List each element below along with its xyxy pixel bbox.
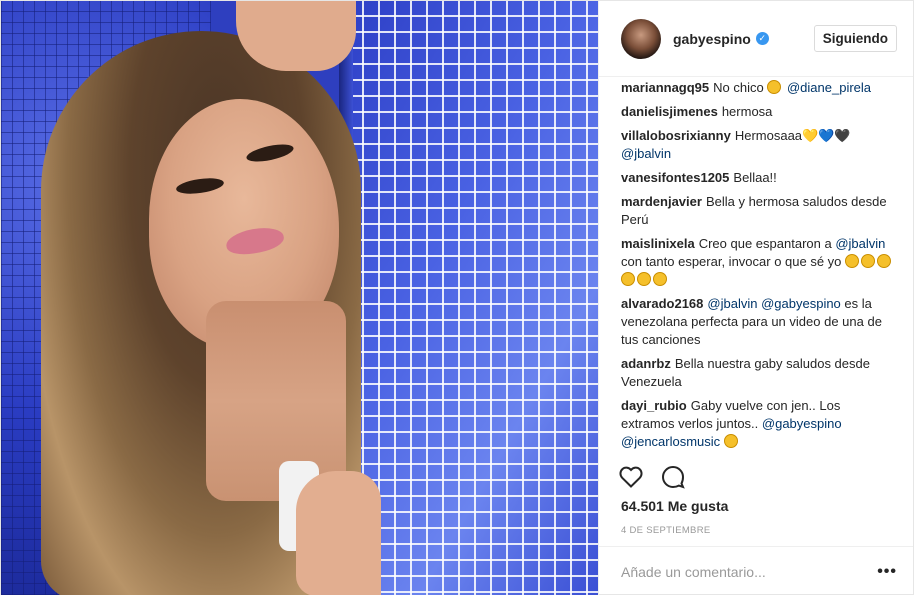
comment-mention-link[interactable]: @jbalvin bbox=[835, 236, 885, 251]
comment-username[interactable]: alvarado2168 bbox=[621, 296, 703, 311]
author-avatar[interactable] bbox=[621, 18, 661, 59]
author-username-label[interactable]: gabyespino bbox=[673, 31, 751, 47]
heart-icon[interactable] bbox=[617, 463, 645, 491]
comment-bubble-icon[interactable] bbox=[659, 463, 687, 491]
comment-text: No chico bbox=[713, 80, 768, 95]
check-badge-icon: ✓ bbox=[755, 32, 769, 45]
comment-item: villalobosrixianny Hermosaaa💛💙🖤 @jbalvin bbox=[621, 127, 897, 163]
comment-item: mardenjavier Bella y hermosa saludos desd… bbox=[621, 193, 897, 229]
comment-item: alvarado2168 @jbalvin @gabyespino es la v… bbox=[621, 295, 897, 349]
comment-item: adanrbz Bella nuestra gaby saludos desde … bbox=[621, 355, 897, 391]
post-header: gabyespino ✓ Siguiendo bbox=[599, 1, 913, 77]
comment-mention-link[interactable]: @diane_pirela bbox=[787, 80, 871, 95]
author-username[interactable]: gabyespino ✓ bbox=[673, 31, 769, 47]
post-photo[interactable] bbox=[1, 1, 598, 595]
laughing-emoji-icon bbox=[621, 272, 635, 286]
comment-text: Creo que espantaron a bbox=[698, 236, 836, 251]
post-date[interactable]: 4 DE SEPTIEMBRE bbox=[621, 525, 711, 536]
comment-item: dayi_rubio Gaby vuelve con jen.. Los extr… bbox=[621, 397, 897, 451]
comment-mention-link[interactable]: @gabyespino bbox=[762, 416, 842, 431]
laughing-emoji-icon bbox=[845, 254, 860, 268]
comment-text: con tanto esperar, invocar o que sé yo bbox=[621, 254, 846, 269]
comment-username[interactable]: maislinixela bbox=[621, 236, 695, 251]
laughing-emoji-icon bbox=[637, 272, 651, 286]
action-bar bbox=[617, 463, 687, 491]
instagram-post: gabyespino ✓ Siguiendo mariannagq95 No ch… bbox=[0, 0, 914, 595]
following-button[interactable]: Siguiendo bbox=[813, 25, 897, 52]
comment-username[interactable]: mariannagq95 bbox=[621, 80, 709, 95]
sad-emoji-icon bbox=[723, 434, 738, 448]
comment-mention-link[interactable]: @gabyespino bbox=[761, 296, 841, 311]
laughing-emoji-icon bbox=[653, 272, 667, 286]
comment-username[interactable]: adanrbz bbox=[621, 356, 671, 371]
comment-item: maislinixela Creo que espantaron a @jbalv… bbox=[621, 235, 897, 289]
comment-item: mariannagq95 No chico @diane_pirela bbox=[621, 79, 897, 97]
comment-text: Bellaa!! bbox=[733, 170, 777, 185]
likes-count[interactable]: 64.501 Me gusta bbox=[621, 498, 728, 514]
photo-neck bbox=[206, 301, 346, 501]
add-comment-bar: ••• bbox=[599, 546, 913, 595]
comment-mention-link[interactable]: @jencarlosmusic bbox=[621, 434, 720, 449]
comment-item: danielisjimenes hermosa bbox=[621, 103, 897, 121]
more-options-icon[interactable]: ••• bbox=[877, 563, 897, 581]
laughing-emoji-icon bbox=[861, 254, 876, 268]
laughing-emoji-icon bbox=[877, 254, 892, 268]
photo-tile-wall bbox=[346, 1, 598, 595]
add-comment-input[interactable] bbox=[621, 563, 878, 580]
comment-username[interactable]: danielisjimenes bbox=[621, 104, 718, 119]
laughing-emoji-icon bbox=[767, 80, 782, 94]
comment-text: hermosa bbox=[721, 104, 773, 119]
heart-emoji-icon: 💛💙🖤 bbox=[802, 128, 851, 143]
photo-hand-bottom bbox=[296, 471, 381, 595]
comment-username[interactable]: villalobosrixianny bbox=[621, 128, 731, 143]
comment-username[interactable]: dayi_rubio bbox=[621, 398, 687, 413]
comment-text: Hermosaaa bbox=[734, 128, 803, 143]
comment-mention-link[interactable]: @jbalvin bbox=[621, 146, 671, 161]
comments-list: mariannagq95 No chico @diane_pireladaniel… bbox=[621, 79, 897, 457]
post-side-panel: gabyespino ✓ Siguiendo mariannagq95 No ch… bbox=[598, 1, 913, 595]
comment-username[interactable]: vanesifontes1205 bbox=[621, 170, 729, 185]
comment-username[interactable]: mardenjavier bbox=[621, 194, 702, 209]
comment-mention-link[interactable]: @jbalvin bbox=[707, 296, 757, 311]
comment-item: vanesifontes1205 Bellaa!! bbox=[621, 169, 897, 187]
